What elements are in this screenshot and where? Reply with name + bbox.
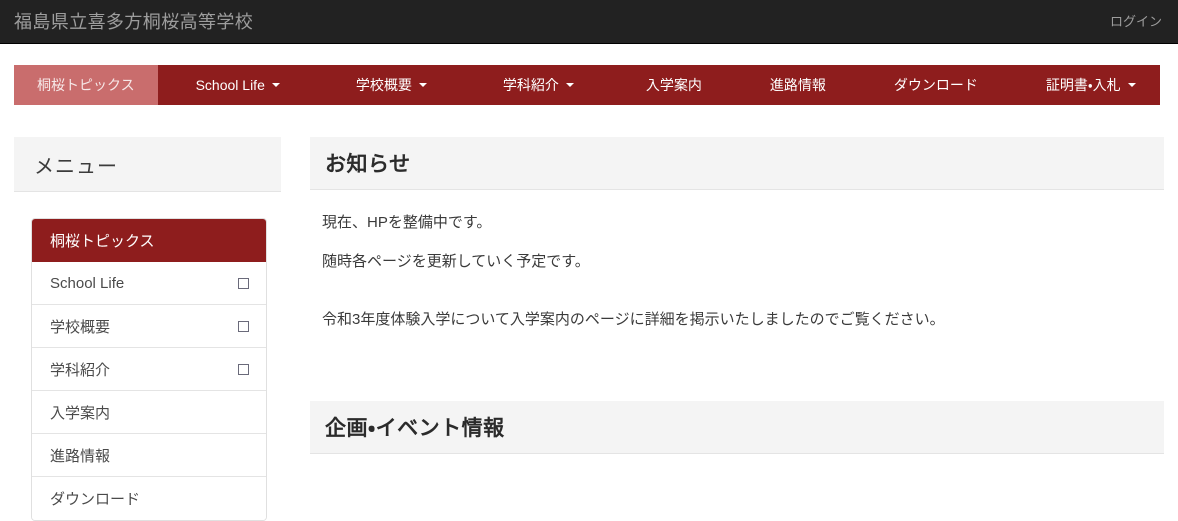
sidebar-item-label: School Life [50,274,125,292]
nav-item-label: 学科紹介 [502,77,559,93]
sidebar-item-label: ダウンロード [50,491,141,508]
nav-item-certificates-bids[interactable]: 証明書・入札 [1012,65,1170,105]
sidebar-item-label: 入学案内 [50,404,111,422]
nav-item-department-intro[interactable]: 学科紹介 [465,65,612,105]
sidebar-menu-list: 桐桜トピックス School Life 学校概要 学科紹介 入学案内 進路情報 … [31,218,267,521]
square-box-icon [238,277,249,289]
sidebar-header: メニュー [14,137,281,192]
sidebar-item-label: 学校概要 [50,318,111,336]
nav-item-label: 学校概要 [355,77,412,93]
nav-item-career-info[interactable]: 進路情報 [736,65,860,105]
nav-item-label: 進路情報 [769,77,826,93]
sidebar-item-career-info[interactable]: 進路情報 [32,434,266,477]
nav-item-downloads[interactable]: ダウンロード [860,65,1012,105]
notice-paragraph: 令和3年度体験入学について入学案内のページに詳細を掲示いたしましたのでご覧くださ… [322,311,945,328]
notice-panel-body: 現在、HPを整備中です。 随時各ページを更新していく予定です。 令和3年度体験入… [310,190,1164,332]
chevron-down-icon [271,83,280,87]
panel-gap [310,348,1164,401]
sidebar-item-downloads[interactable]: ダウンロード [32,477,266,520]
sidebar-header-title: メニュー [34,155,118,178]
events-heading: 企画・イベント情報 [325,416,505,440]
site-title: 福島県立喜多方桐桜高等学校 [14,12,254,32]
sidebar: メニュー 桐桜トピックス School Life 学校概要 学科紹介 入学案内 [14,137,281,521]
notice-panel-header: お知らせ [310,137,1164,190]
nav-item-label: ダウンロード [893,77,978,93]
notice-heading: お知らせ [325,153,411,176]
main-content: お知らせ 現在、HPを整備中です。 随時各ページを更新していく予定です。 令和3… [310,137,1164,454]
chevron-down-icon [1127,83,1136,87]
nav-item-label: 入学案内 [645,77,702,93]
nav-item-school-overview[interactable]: 学校概要 [318,65,465,105]
sidebar-item-school-overview[interactable]: 学校概要 [32,305,266,348]
chevron-down-icon [418,83,427,87]
sidebar-item-admissions[interactable]: 入学案内 [32,391,266,434]
sidebar-item-label: 進路情報 [50,447,111,465]
page-body: メニュー 桐桜トピックス School Life 学校概要 学科紹介 入学案内 [0,105,1178,521]
events-panel-header: 企画・イベント情報 [310,400,1164,454]
square-box-icon [238,363,249,375]
notice-paragraph: 随時各ページを更新していく予定です。 [322,252,590,270]
chevron-down-icon [565,83,574,87]
sidebar-item-label: 学科紹介 [50,361,111,379]
nav-item-label: 桐桜トピックス [37,77,135,93]
sidebar-item-school-life[interactable]: School Life [32,262,266,305]
notice-paragraph: 現在、HPを整備中です。 [322,214,492,231]
top-header-bar: 福島県立喜多方桐桜高等学校 ログイン [0,0,1178,44]
login-link[interactable]: ログイン [1110,0,1162,44]
sidebar-item-department-intro[interactable]: 学科紹介 [32,348,266,391]
sidebar-item-label: 桐桜トピックス [50,233,155,250]
nav-item-school-life[interactable]: School Life [158,65,318,105]
nav-item-topics[interactable]: 桐桜トピックス [14,65,158,105]
nav-item-label: School Life [195,77,265,93]
nav-item-label: 証明書・入札 [1045,77,1121,93]
main-navigation: 桐桜トピックス School Life 学校概要 学科紹介 入学案内 進路情報 … [14,65,1160,105]
nav-item-admissions[interactable]: 入学案内 [612,65,736,105]
square-box-icon [238,320,249,332]
sidebar-item-topics[interactable]: 桐桜トピックス [32,219,266,262]
